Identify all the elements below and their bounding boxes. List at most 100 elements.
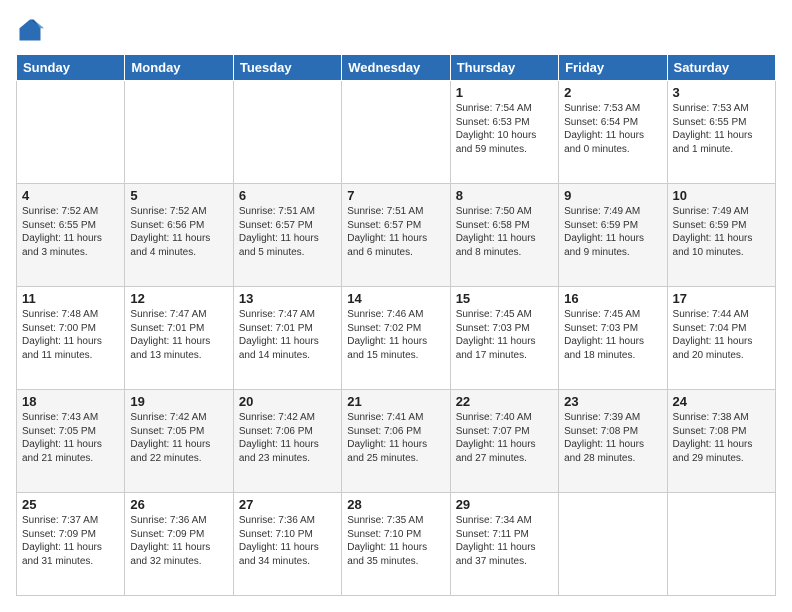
day-cell: 17 Sunrise: 7:44 AM Sunset: 7:04 PM Dayli… [667,287,775,390]
day-cell: 6 Sunrise: 7:51 AM Sunset: 6:57 PM Daylig… [233,184,341,287]
day-number: 13 [239,291,336,306]
day-number: 11 [22,291,119,306]
day-cell: 1 Sunrise: 7:54 AM Sunset: 6:53 PM Daylig… [450,81,558,184]
day-info: Sunrise: 7:50 AM Sunset: 6:58 PM Dayligh… [456,205,553,259]
col-tuesday: Tuesday [233,55,341,81]
day-cell [342,81,450,184]
day-info: Sunrise: 7:54 AM Sunset: 6:53 PM Dayligh… [456,102,553,156]
day-cell: 9 Sunrise: 7:49 AM Sunset: 6:59 PM Daylig… [559,184,667,287]
day-number: 20 [239,394,336,409]
day-info: Sunrise: 7:42 AM Sunset: 7:06 PM Dayligh… [239,411,336,465]
day-info: Sunrise: 7:47 AM Sunset: 7:01 PM Dayligh… [239,308,336,362]
col-sunday: Sunday [17,55,125,81]
day-info: Sunrise: 7:39 AM Sunset: 7:08 PM Dayligh… [564,411,661,465]
calendar-body: 1 Sunrise: 7:54 AM Sunset: 6:53 PM Daylig… [17,81,776,596]
day-number: 25 [22,497,119,512]
day-cell: 10 Sunrise: 7:49 AM Sunset: 6:59 PM Dayli… [667,184,775,287]
day-number: 12 [130,291,227,306]
day-info: Sunrise: 7:45 AM Sunset: 7:03 PM Dayligh… [456,308,553,362]
logo-icon [16,16,44,44]
week-row-2: 4 Sunrise: 7:52 AM Sunset: 6:55 PM Daylig… [17,184,776,287]
col-friday: Friday [559,55,667,81]
day-cell [233,81,341,184]
day-cell: 7 Sunrise: 7:51 AM Sunset: 6:57 PM Daylig… [342,184,450,287]
week-row-4: 18 Sunrise: 7:43 AM Sunset: 7:05 PM Dayli… [17,390,776,493]
day-cell: 20 Sunrise: 7:42 AM Sunset: 7:06 PM Dayli… [233,390,341,493]
day-info: Sunrise: 7:42 AM Sunset: 7:05 PM Dayligh… [130,411,227,465]
day-info: Sunrise: 7:49 AM Sunset: 6:59 PM Dayligh… [673,205,770,259]
day-number: 14 [347,291,444,306]
week-row-3: 11Sunrise: 7:48 AM Sunset: 7:00 PM Dayli… [17,287,776,390]
day-cell: 26 Sunrise: 7:36 AM Sunset: 7:09 PM Dayli… [125,493,233,596]
day-cell: 29 Sunrise: 7:34 AM Sunset: 7:11 PM Dayli… [450,493,558,596]
day-number: 29 [456,497,553,512]
day-cell: 3 Sunrise: 7:53 AM Sunset: 6:55 PM Daylig… [667,81,775,184]
day-number: 4 [22,188,119,203]
day-number: 3 [673,85,770,100]
week-row-1: 1 Sunrise: 7:54 AM Sunset: 6:53 PM Daylig… [17,81,776,184]
day-cell: 24 Sunrise: 7:38 AM Sunset: 7:08 PM Dayli… [667,390,775,493]
day-info: Sunrise: 7:34 AM Sunset: 7:11 PM Dayligh… [456,514,553,568]
day-number: 8 [456,188,553,203]
day-number: 17 [673,291,770,306]
day-number: 5 [130,188,227,203]
day-info: Sunrise: 7:36 AM Sunset: 7:09 PM Dayligh… [130,514,227,568]
day-info: Sunrise: 7:49 AM Sunset: 6:59 PM Dayligh… [564,205,661,259]
day-info: Sunrise: 7:53 AM Sunset: 6:54 PM Dayligh… [564,102,661,156]
day-info: Sunrise: 7:51 AM Sunset: 6:57 PM Dayligh… [239,205,336,259]
day-info: Sunrise: 7:52 AM Sunset: 6:55 PM Dayligh… [22,205,119,259]
day-number: 19 [130,394,227,409]
col-saturday: Saturday [667,55,775,81]
day-cell: 15 Sunrise: 7:45 AM Sunset: 7:03 PM Dayli… [450,287,558,390]
day-cell [17,81,125,184]
day-cell: 23Sunrise: 7:39 AM Sunset: 7:08 PM Dayli… [559,390,667,493]
day-cell: 27 Sunrise: 7:36 AM Sunset: 7:10 PM Dayli… [233,493,341,596]
day-number: 1 [456,85,553,100]
day-number: 18 [22,394,119,409]
day-cell: 22Sunrise: 7:40 AM Sunset: 7:07 PM Dayli… [450,390,558,493]
day-cell: 4 Sunrise: 7:52 AM Sunset: 6:55 PM Daylig… [17,184,125,287]
day-info: Sunrise: 7:36 AM Sunset: 7:10 PM Dayligh… [239,514,336,568]
day-number: 24 [673,394,770,409]
day-cell: 25 Sunrise: 7:37 AM Sunset: 7:09 PM Dayli… [17,493,125,596]
day-info: Sunrise: 7:44 AM Sunset: 7:04 PM Dayligh… [673,308,770,362]
week-row-5: 25 Sunrise: 7:37 AM Sunset: 7:09 PM Dayli… [17,493,776,596]
day-info: Sunrise: 7:37 AM Sunset: 7:09 PM Dayligh… [22,514,119,568]
day-cell: 12 Sunrise: 7:47 AM Sunset: 7:01 PM Dayli… [125,287,233,390]
day-cell: 21 Sunrise: 7:41 AM Sunset: 7:06 PM Dayli… [342,390,450,493]
day-number: 15 [456,291,553,306]
day-cell: 8 Sunrise: 7:50 AM Sunset: 6:58 PM Daylig… [450,184,558,287]
day-number: 21 [347,394,444,409]
day-cell: 11Sunrise: 7:48 AM Sunset: 7:00 PM Dayli… [17,287,125,390]
day-info: Sunrise: 7:52 AM Sunset: 6:56 PM Dayligh… [130,205,227,259]
day-number: 7 [347,188,444,203]
day-info: Sunrise: 7:35 AM Sunset: 7:10 PM Dayligh… [347,514,444,568]
day-number: 26 [130,497,227,512]
day-info: Sunrise: 7:40 AM Sunset: 7:07 PM Dayligh… [456,411,553,465]
col-monday: Monday [125,55,233,81]
day-cell: 13 Sunrise: 7:47 AM Sunset: 7:01 PM Dayli… [233,287,341,390]
day-number: 9 [564,188,661,203]
day-number: 10 [673,188,770,203]
day-number: 27 [239,497,336,512]
day-number: 6 [239,188,336,203]
day-info: Sunrise: 7:51 AM Sunset: 6:57 PM Dayligh… [347,205,444,259]
day-number: 28 [347,497,444,512]
day-cell: 14 Sunrise: 7:46 AM Sunset: 7:02 PM Dayli… [342,287,450,390]
day-info: Sunrise: 7:53 AM Sunset: 6:55 PM Dayligh… [673,102,770,156]
col-wednesday: Wednesday [342,55,450,81]
day-info: Sunrise: 7:46 AM Sunset: 7:02 PM Dayligh… [347,308,444,362]
day-cell [125,81,233,184]
col-thursday: Thursday [450,55,558,81]
day-info: Sunrise: 7:43 AM Sunset: 7:05 PM Dayligh… [22,411,119,465]
day-info: Sunrise: 7:41 AM Sunset: 7:06 PM Dayligh… [347,411,444,465]
day-cell [559,493,667,596]
day-info: Sunrise: 7:47 AM Sunset: 7:01 PM Dayligh… [130,308,227,362]
day-cell [667,493,775,596]
calendar-table: Sunday Monday Tuesday Wednesday Thursday… [16,54,776,596]
day-info: Sunrise: 7:38 AM Sunset: 7:08 PM Dayligh… [673,411,770,465]
day-number: 2 [564,85,661,100]
calendar-header: Sunday Monday Tuesday Wednesday Thursday… [17,55,776,81]
logo [16,16,48,44]
page-header [16,16,776,44]
